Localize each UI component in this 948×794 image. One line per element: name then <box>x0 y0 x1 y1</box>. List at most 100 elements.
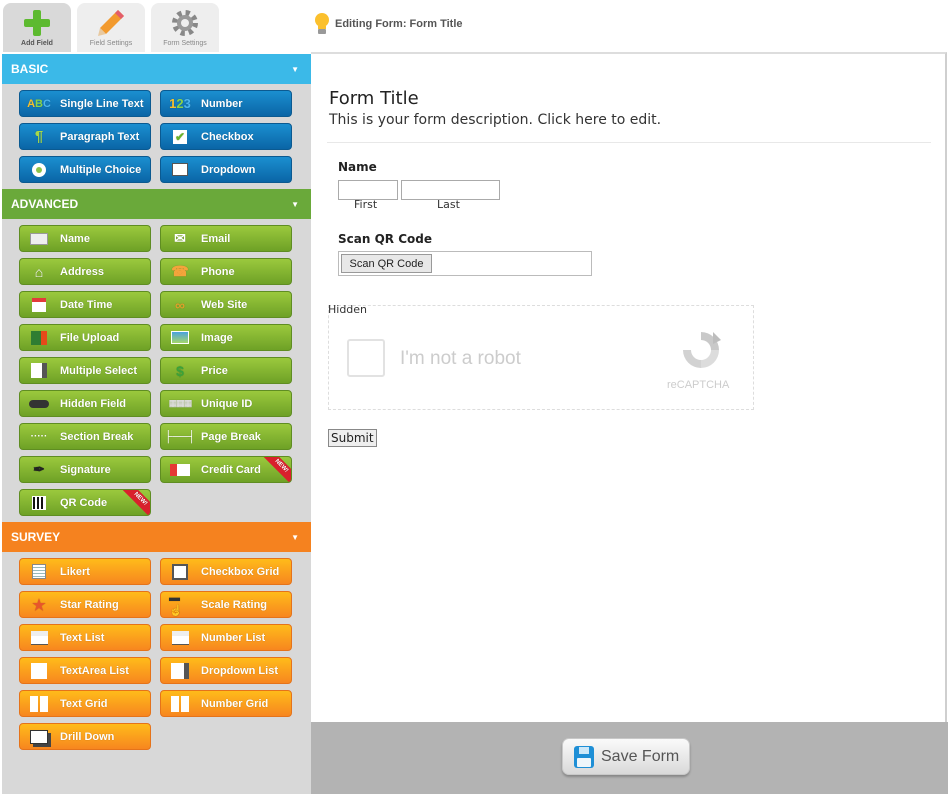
field-palette: BASIC ▼ ABC Single Line Text 123 Number ¶ Par… <box>2 54 311 794</box>
editing-indicator: Editing Form: Form Title <box>313 12 463 36</box>
field-button-checkbox-grid[interactable]: Checkbox Grid <box>160 558 292 585</box>
field-button-price[interactable]: $ Price <box>160 357 292 384</box>
submit-button[interactable]: Submit <box>328 429 377 447</box>
id-counter-icon: ▦▦▦ <box>168 398 192 408</box>
section-title: SURVEY <box>11 530 61 544</box>
tab-label: Form Settings <box>163 40 207 47</box>
field-button-dropdown-list[interactable]: Dropdown List <box>160 657 292 684</box>
survey-fields: Likert Checkbox Grid ★ Star Rating ▬☝ Scale R… <box>2 552 311 756</box>
field-button-text-list[interactable]: Text List <box>19 624 151 651</box>
field-button-single-line-text[interactable]: ABC Single Line Text <box>19 90 151 117</box>
field-button-dropdown[interactable]: Dropdown <box>160 156 292 183</box>
first-name-input[interactable] <box>338 180 398 200</box>
field-button-text-grid[interactable]: Text Grid <box>19 690 151 717</box>
field-button-page-break[interactable]: ├──┤ Page Break <box>160 423 292 450</box>
caret-down-icon: ▼ <box>291 199 299 209</box>
scan-qr-button[interactable]: Scan QR Code <box>341 254 432 273</box>
field-button-label: Text List <box>60 631 105 644</box>
calendar-icon <box>28 296 50 314</box>
field-button-number-grid[interactable]: Number Grid <box>160 690 292 717</box>
field-button-credit-card[interactable]: Credit Card NEW! <box>160 456 292 483</box>
section-header-survey[interactable]: SURVEY ▼ <box>2 522 311 552</box>
field-button-paragraph-text[interactable]: ¶ Paragraph Text <box>19 123 151 150</box>
field-button-scale-rating[interactable]: ▬☝ Scale Rating <box>160 591 292 618</box>
form-description[interactable]: This is your form description. Click her… <box>329 112 661 128</box>
radio-icon <box>28 161 50 179</box>
field-button-web-site[interactable]: ∞ Web Site <box>160 291 292 318</box>
field-button-date-time[interactable]: Date Time <box>19 291 151 318</box>
field-button-checkbox[interactable]: ✔ Checkbox <box>160 123 292 150</box>
field-button-multiple-select[interactable]: Multiple Select <box>19 357 151 384</box>
field-button-label: QR Code <box>60 496 108 509</box>
tab-field-settings[interactable]: Field Settings <box>77 3 145 52</box>
paragraph-icon: ¶ <box>34 128 44 145</box>
field-button-file-upload[interactable]: File Upload <box>19 324 151 351</box>
field-button-unique-id[interactable]: ▦▦▦ Unique ID <box>160 390 292 417</box>
field-button-email[interactable]: ✉ Email <box>160 225 292 252</box>
field-button-multiple-choice[interactable]: Multiple Choice <box>19 156 151 183</box>
save-form-button[interactable]: Save Form <box>562 738 690 775</box>
field-button-number[interactable]: 123 Number <box>160 90 292 117</box>
field-button-label: Email <box>201 232 231 245</box>
tab-label: Add Field <box>21 40 53 47</box>
save-form-label: Save Form <box>601 747 680 765</box>
tab-form-settings[interactable]: Form Settings <box>151 3 219 52</box>
field-button-image[interactable]: Image <box>160 324 292 351</box>
field-button-label: Star Rating <box>60 598 119 611</box>
text-list-icon <box>28 629 50 647</box>
field-button-label: Number Grid <box>201 697 269 710</box>
field-button-label: Multiple Select <box>60 364 138 377</box>
field-button-label: Single Line Text <box>60 97 144 110</box>
scale-icon: ▬☝ <box>169 592 183 617</box>
field-button-label: Section Break <box>60 430 134 443</box>
field-button-name[interactable]: Name <box>19 225 151 252</box>
envelope-icon: ✉ <box>174 230 186 246</box>
field-button-drill-down[interactable]: Drill Down <box>19 723 151 750</box>
field-button-label: File Upload <box>60 331 120 344</box>
last-name-input[interactable] <box>401 180 500 200</box>
field-button-address[interactable]: ⌂ Address <box>19 258 151 285</box>
lightbulb-icon <box>315 13 329 34</box>
field-button-textarea-list[interactable]: TextArea List <box>19 657 151 684</box>
first-sublabel: First <box>354 198 378 211</box>
field-button-label: Signature <box>60 463 111 476</box>
dollar-icon: $ <box>176 362 184 379</box>
recaptcha-text: I'm not a robot <box>400 348 521 369</box>
field-button-phone[interactable]: ☎ Phone <box>160 258 292 285</box>
section-header-advanced[interactable]: ADVANCED ▼ <box>2 189 311 219</box>
page-break-icon: ├──┤ <box>164 430 196 443</box>
123-icon: 123 <box>169 96 191 111</box>
field-button-number-list[interactable]: Number List <box>160 624 292 651</box>
section-header-basic[interactable]: BASIC ▼ <box>2 54 311 84</box>
field-button-label: Scale Rating <box>201 598 268 611</box>
field-button-qr-code[interactable]: QR Code NEW! <box>19 489 151 516</box>
floppy-disk-icon <box>574 745 594 768</box>
field-button-label: Checkbox Grid <box>201 565 280 578</box>
dropdown-icon <box>169 161 191 179</box>
tab-add-field[interactable]: Add Field <box>3 3 71 52</box>
upload-icon <box>28 329 50 347</box>
field-button-label: Multiple Choice <box>60 163 142 176</box>
qr-field-label: Scan QR Code <box>338 232 432 246</box>
field-button-likert[interactable]: Likert <box>19 558 151 585</box>
plus-icon <box>24 10 50 36</box>
gear-icon <box>172 10 198 36</box>
field-button-label: Page Break <box>201 430 261 443</box>
hidden-label: Hidden <box>328 303 368 316</box>
recaptcha-widget: I'm not a robot reCAPTCHA <box>328 305 754 410</box>
new-badge: NEW! <box>120 490 150 515</box>
image-icon <box>169 329 191 347</box>
field-button-star-rating[interactable]: ★ Star Rating <box>19 591 151 618</box>
last-sublabel: Last <box>437 198 460 211</box>
number-list-icon <box>169 629 191 647</box>
basic-fields: ABC Single Line Text 123 Number ¶ Paragraph T… <box>2 84 311 189</box>
recaptcha-checkbox[interactable] <box>347 339 385 377</box>
field-button-label: Address <box>60 265 105 278</box>
field-button-signature[interactable]: ✒ Signature <box>19 456 151 483</box>
advanced-fields: Name ✉ Email ⌂ Address ☎ Phone Date Time ∞ Web Si… <box>2 219 311 522</box>
form-title[interactable]: Form Title <box>329 88 419 109</box>
caret-down-icon: ▼ <box>291 64 299 74</box>
name-field-label: Name <box>338 160 377 174</box>
field-button-hidden-field[interactable]: Hidden Field <box>19 390 151 417</box>
field-button-section-break[interactable]: ····· Section Break <box>19 423 151 450</box>
